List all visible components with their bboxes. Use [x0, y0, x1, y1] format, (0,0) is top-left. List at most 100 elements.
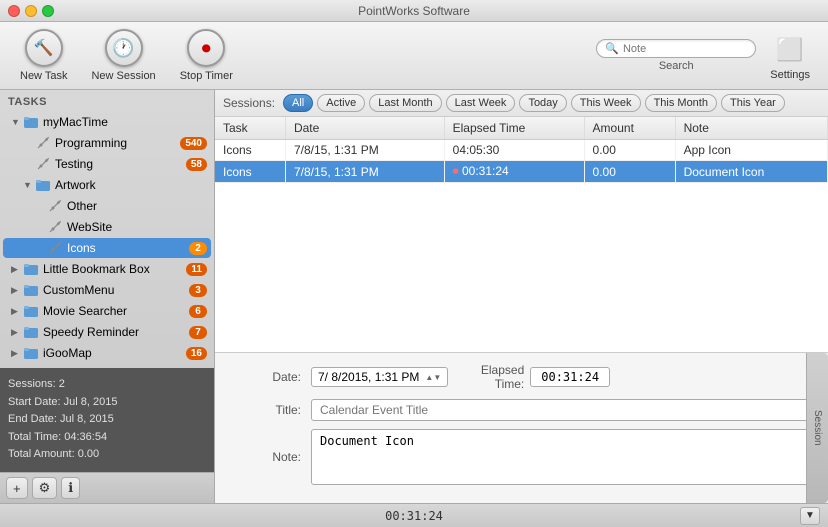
- expand-arrow-icon: ▶: [11, 306, 23, 317]
- title-label: Title:: [231, 403, 301, 417]
- sidebar-item-SpeedyReminder[interactable]: ▶Speedy Reminder7: [3, 322, 211, 342]
- app-title: PointWorks Software: [358, 4, 470, 18]
- sidebar-item-label: Artwork: [55, 178, 207, 192]
- main-content: TASKS ▼myMacTimeProgramming540Testing58▼…: [0, 90, 828, 503]
- sidebar-item-label: CustomMenu: [43, 283, 189, 297]
- table-row[interactable]: Icons7/8/15, 1:31 PM⏺ 00:31:240.00Docume…: [215, 161, 828, 183]
- settings-button[interactable]: ⬜ Settings: [764, 27, 816, 85]
- stat-total-time: Total Time: 04:36:54: [8, 429, 206, 447]
- sidebar: TASKS ▼myMacTimeProgramming540Testing58▼…: [0, 90, 215, 503]
- sidebar-item-badge: 11: [186, 263, 207, 276]
- filter-btn-last_month[interactable]: Last Month: [369, 94, 441, 112]
- title-row: Title:: [231, 399, 812, 421]
- sidebar-item-label: Little Bookmark Box: [43, 262, 186, 276]
- expand-arrow-icon: ▶: [11, 285, 23, 296]
- expand-arrow-icon: ▶: [11, 327, 23, 338]
- filter-btn-active[interactable]: Active: [317, 94, 365, 112]
- minimize-button[interactable]: [25, 5, 37, 17]
- sidebar-item-myMacTime[interactable]: ▼myMacTime: [3, 112, 211, 132]
- filter-btn-this_year[interactable]: This Year: [721, 94, 785, 112]
- new-task-button[interactable]: 🔨 New Task: [12, 25, 75, 86]
- stat-start-date: Start Date: Jul 8, 2015: [8, 394, 206, 412]
- gear-button[interactable]: ⚙: [32, 477, 58, 499]
- date-row: Date: 7/ 8/2015, 1:31 PM ▲▼ Elapsed Time…: [231, 363, 812, 391]
- table-cell-task: Icons: [215, 161, 285, 183]
- filter-btn-this_month[interactable]: This Month: [645, 94, 717, 112]
- status-arrow-button[interactable]: ▼: [800, 507, 820, 525]
- col-header-note[interactable]: Note: [675, 117, 827, 140]
- sidebar-item-label: iGooMap: [43, 346, 186, 360]
- sidebar-item-Testing[interactable]: Testing58: [3, 154, 211, 174]
- sessions-label: Sessions:: [223, 96, 275, 110]
- sessions-table: TaskDateElapsed TimeAmountNote Icons7/8/…: [215, 117, 828, 183]
- folder-icon: [35, 177, 51, 193]
- sidebar-item-Icons[interactable]: Icons2: [3, 238, 211, 258]
- sidebar-item-label: WebSite: [67, 220, 207, 234]
- stat-end-date: End Date: Jul 8, 2015: [8, 411, 206, 429]
- stop-timer-label: Stop Timer: [180, 70, 233, 82]
- status-time: 00:31:24: [385, 509, 443, 523]
- filter-btn-today[interactable]: Today: [519, 94, 566, 112]
- search-input-wrap: 🔍: [596, 39, 756, 58]
- settings-icon: ⬜: [775, 31, 805, 69]
- sidebar-item-badge: 2: [189, 242, 207, 255]
- sidebar-item-CustomMenu[interactable]: ▶CustomMenu3: [3, 280, 211, 300]
- sidebar-item-iGooMap[interactable]: ▶iGooMap16: [3, 343, 211, 363]
- right-panel: Sessions: AllActiveLast Month Last WeekTo…: [215, 90, 828, 503]
- table-row[interactable]: Icons7/8/15, 1:31 PM04:05:300.00App Icon: [215, 140, 828, 161]
- table-cell-elapsedtime: 04:05:30: [444, 140, 584, 161]
- date-value-wrap: 7/ 8/2015, 1:31 PM ▲▼ Elapsed Time: 00:3…: [311, 363, 610, 391]
- sidebar-item-Artwork[interactable]: ▼Artwork: [3, 175, 211, 195]
- search-input[interactable]: [623, 43, 747, 55]
- sidebar-item-Other[interactable]: Other: [3, 196, 211, 216]
- date-field[interactable]: 7/ 8/2015, 1:31 PM ▲▼: [311, 367, 448, 387]
- col-header-task[interactable]: Task: [215, 117, 285, 140]
- sidebar-stats: Sessions: 2 Start Date: Jul 8, 2015 End …: [0, 368, 214, 472]
- stop-timer-button[interactable]: ⏺ Stop Timer: [172, 25, 241, 86]
- sidebar-item-label: myMacTime: [43, 115, 207, 129]
- col-header-amount[interactable]: Amount: [584, 117, 675, 140]
- elapsed-label: Elapsed Time:: [454, 363, 524, 391]
- folder-icon: [23, 282, 39, 298]
- title-input[interactable]: [311, 399, 812, 421]
- status-bar: 00:31:24 ▼: [0, 503, 828, 527]
- table-cell-note: Document Icon: [675, 161, 827, 183]
- close-button[interactable]: [8, 5, 20, 17]
- sidebar-item-MovieSearcher[interactable]: ▶Movie Searcher6: [3, 301, 211, 321]
- session-tab-label: Session: [812, 410, 823, 446]
- stat-sessions: Sessions: 2: [8, 376, 206, 394]
- table-cell-task: Icons: [215, 140, 285, 161]
- tool-icon: [47, 198, 63, 214]
- table-cell-note: App Icon: [675, 140, 827, 161]
- sidebar-item-LittleBookmarkBox[interactable]: ▶Little Bookmark Box11: [3, 259, 211, 279]
- date-stepper[interactable]: ▲▼: [425, 373, 441, 382]
- sidebar-header: TASKS: [0, 90, 214, 111]
- note-textarea[interactable]: Document Icon: [311, 429, 812, 485]
- filter-btn-this_week[interactable]: This Week: [571, 94, 641, 112]
- window-controls[interactable]: [8, 5, 54, 17]
- col-header-elapsed-time[interactable]: Elapsed Time: [444, 117, 584, 140]
- new-task-label: New Task: [20, 70, 67, 82]
- maximize-button[interactable]: [42, 5, 54, 17]
- folder-icon: [23, 324, 39, 340]
- sidebar-item-WebSite[interactable]: WebSite: [3, 217, 211, 237]
- session-tab[interactable]: Session: [806, 353, 828, 503]
- table-body: Icons7/8/15, 1:31 PM04:05:300.00App Icon…: [215, 140, 828, 183]
- tool-icon: [47, 219, 63, 235]
- sidebar-item-Programming[interactable]: Programming540: [3, 133, 211, 153]
- filter-buttons: AllActiveLast Month Last WeekToday This We…: [283, 94, 785, 112]
- sidebar-list: ▼myMacTimeProgramming540Testing58▼Artwor…: [0, 111, 214, 368]
- info-button[interactable]: ℹ: [61, 477, 80, 499]
- add-button[interactable]: +: [6, 477, 28, 499]
- new-session-button[interactable]: 🕐 New Session: [83, 25, 163, 86]
- sidebar-item-label: Movie Searcher: [43, 304, 189, 318]
- tool-icon: [35, 135, 51, 151]
- sidebar-item-label: Testing: [55, 157, 186, 171]
- filter-btn-last_week[interactable]: Last Week: [446, 94, 516, 112]
- filter-btn-all[interactable]: All: [283, 94, 313, 112]
- col-header-date[interactable]: Date: [285, 117, 444, 140]
- table-cell-amount: 0.00: [584, 140, 675, 161]
- sidebar-item-label: Icons: [67, 241, 189, 255]
- table-cell-date: 7/8/15, 1:31 PM: [285, 140, 444, 161]
- sidebar-item-badge: 7: [189, 326, 207, 339]
